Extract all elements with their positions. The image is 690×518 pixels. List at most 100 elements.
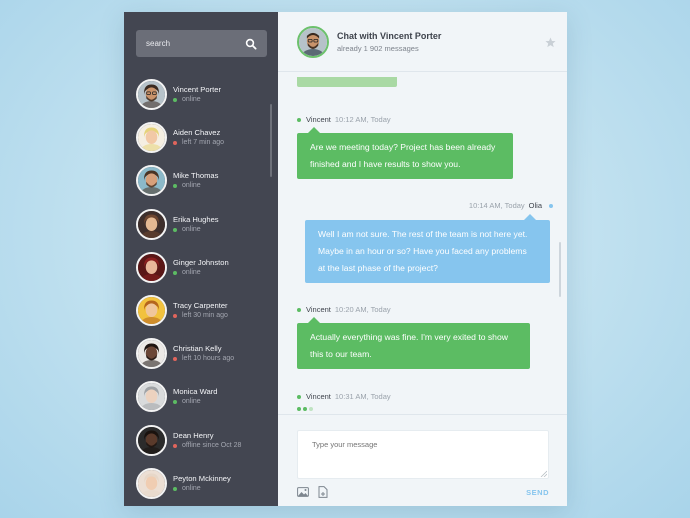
message-time: 10:14 AM, Today — [468, 201, 525, 210]
chat-scrollbar[interactable] — [559, 242, 561, 297]
search-input[interactable]: search — [146, 39, 245, 48]
contact-item[interactable]: Christian Kelly left 10 hours ago — [136, 332, 268, 375]
contact-info: Mike Thomas online — [173, 170, 218, 191]
contact-status: online — [173, 95, 221, 105]
contact-status: online — [173, 397, 217, 407]
contact-status-text: online — [182, 96, 201, 104]
contact-status-text: online — [182, 484, 201, 492]
online-dot — [173, 400, 177, 405]
resize-handle-icon[interactable] — [540, 470, 547, 477]
search-box[interactable]: search — [136, 30, 267, 57]
contact-status: online — [173, 181, 218, 191]
message-text: Maybe in an hour or so? Have you faced a… — [318, 246, 527, 256]
avatar — [136, 295, 167, 327]
contact-status-text: online — [182, 398, 201, 406]
away-dot — [173, 141, 177, 146]
message-bubble: Actually everything was fine. I'm very e… — [297, 317, 530, 369]
message-text: finished and I have results to show you. — [310, 159, 461, 169]
contact-name: Monica Ward — [173, 387, 218, 397]
chat-title: Chat with Vincent Porter — [337, 30, 442, 41]
file-icon[interactable] — [318, 486, 328, 498]
contact-item[interactable]: Ginger Johnston online — [136, 246, 268, 289]
message-bubble: Are we meeting today? Project has been a… — [297, 127, 513, 179]
contact-info: Monica Ward online — [173, 386, 217, 407]
contact-item[interactable]: Mike Thomas online — [136, 159, 268, 202]
contact-info: Aiden Chavez left 7 min ago — [173, 127, 224, 148]
contact-list: Vincent Porter online Aiden Chavez left 7 … — [136, 73, 268, 505]
contact-name: Christian Kelly — [173, 344, 222, 354]
message-text: Well I am not sure. The rest of the team… — [318, 229, 528, 239]
contact-status: left 10 hours ago — [173, 354, 234, 364]
message-bubble: Well I am not sure. The rest of the team… — [305, 214, 550, 283]
avatar — [136, 381, 167, 413]
send-button[interactable]: SEND — [526, 488, 549, 497]
message-time: 10:20 AM, Today — [334, 305, 391, 314]
away-dot — [173, 357, 177, 362]
image-icon[interactable] — [297, 487, 309, 497]
avatar-image — [299, 27, 327, 56]
avatar[interactable] — [297, 25, 329, 58]
contact-name: Dean Henry — [173, 430, 214, 440]
message-author: Olia — [528, 201, 542, 210]
chat-history: Vincent 10:12 AM, Today Are we meeting t… — [278, 73, 567, 414]
contact-item[interactable]: Peyton Mckinney online — [136, 462, 268, 505]
message-author: Vincent — [306, 305, 331, 314]
away-dot — [173, 443, 177, 448]
previous-message-bubble — [297, 77, 397, 87]
online-dot — [549, 203, 553, 208]
message-text: at the last phase of the project? — [318, 263, 438, 273]
contact-status: offline since Oct 28 — [173, 441, 241, 451]
star-icon[interactable] — [545, 37, 556, 48]
contact-item[interactable]: Erika Hughes online — [136, 203, 268, 246]
message-text: this to our team. — [310, 349, 372, 359]
avatar — [136, 122, 167, 154]
online-dot — [173, 270, 177, 275]
contact-status-text: left 7 min ago — [182, 139, 225, 147]
online-dot — [173, 486, 177, 491]
contact-info: Erika Hughes online — [173, 214, 219, 235]
message-time: 10:12 AM, Today — [334, 115, 391, 124]
online-dot — [297, 394, 301, 399]
contact-status-text: online — [182, 268, 201, 276]
message-composer: SEND — [278, 414, 567, 506]
online-dot — [297, 307, 301, 312]
contacts-sidebar: search Vincent Porter online Aiden Chavez… — [124, 12, 278, 506]
contact-item[interactable]: Monica Ward online — [136, 375, 268, 418]
online-dot — [173, 184, 177, 189]
avatar — [136, 79, 167, 111]
avatar — [136, 208, 167, 240]
online-dot — [297, 117, 301, 122]
contact-name: Ginger Johnston — [173, 257, 229, 267]
chat-app-window: search Vincent Porter online Aiden Chavez… — [124, 12, 567, 506]
message-meta: Vincent 10:12 AM, Today — [297, 115, 391, 124]
contact-status-text: left 30 min ago — [182, 312, 228, 320]
message-input[interactable] — [297, 430, 549, 479]
contact-item[interactable]: Vincent Porter online — [136, 73, 268, 116]
message-text: Actually everything was fine. I'm very e… — [310, 332, 508, 342]
contact-name: Vincent Porter — [173, 85, 221, 95]
contact-status-text: offline since Oct 28 — [182, 441, 242, 449]
contact-item[interactable]: Aiden Chavez left 7 min ago — [136, 116, 268, 159]
contact-status: online — [173, 225, 219, 235]
avatar — [136, 165, 167, 197]
message-author: Vincent — [306, 115, 331, 124]
contact-item[interactable]: Dean Henry offline since Oct 28 — [136, 419, 268, 462]
online-dot — [173, 98, 177, 103]
contact-name: Aiden Chavez — [173, 128, 221, 138]
message-meta: 10:14 AM, Today Olia — [469, 201, 553, 210]
chat-panel: Chat with Vincent Porter already 1 902 m… — [278, 12, 567, 506]
contact-status: left 30 min ago — [173, 311, 228, 321]
contact-item[interactable]: Tracy Carpenter left 30 min ago — [136, 289, 268, 332]
search-icon[interactable] — [245, 38, 257, 50]
contact-info: Ginger Johnston online — [173, 257, 229, 278]
contact-info: Peyton Mckinney online — [173, 473, 231, 494]
chat-header: Chat with Vincent Porter already 1 902 m… — [278, 12, 567, 72]
message-meta: Vincent 10:31 AM, Today — [297, 392, 391, 401]
message-meta: Vincent 10:20 AM, Today — [297, 305, 391, 314]
avatar — [136, 467, 167, 499]
typing-indicator — [297, 407, 313, 411]
contact-status: left 7 min ago — [173, 138, 224, 148]
sidebar-scrollbar[interactable] — [270, 104, 272, 177]
contact-info: Tracy Carpenter left 30 min ago — [173, 300, 228, 321]
contact-info: Dean Henry offline since Oct 28 — [173, 430, 241, 451]
